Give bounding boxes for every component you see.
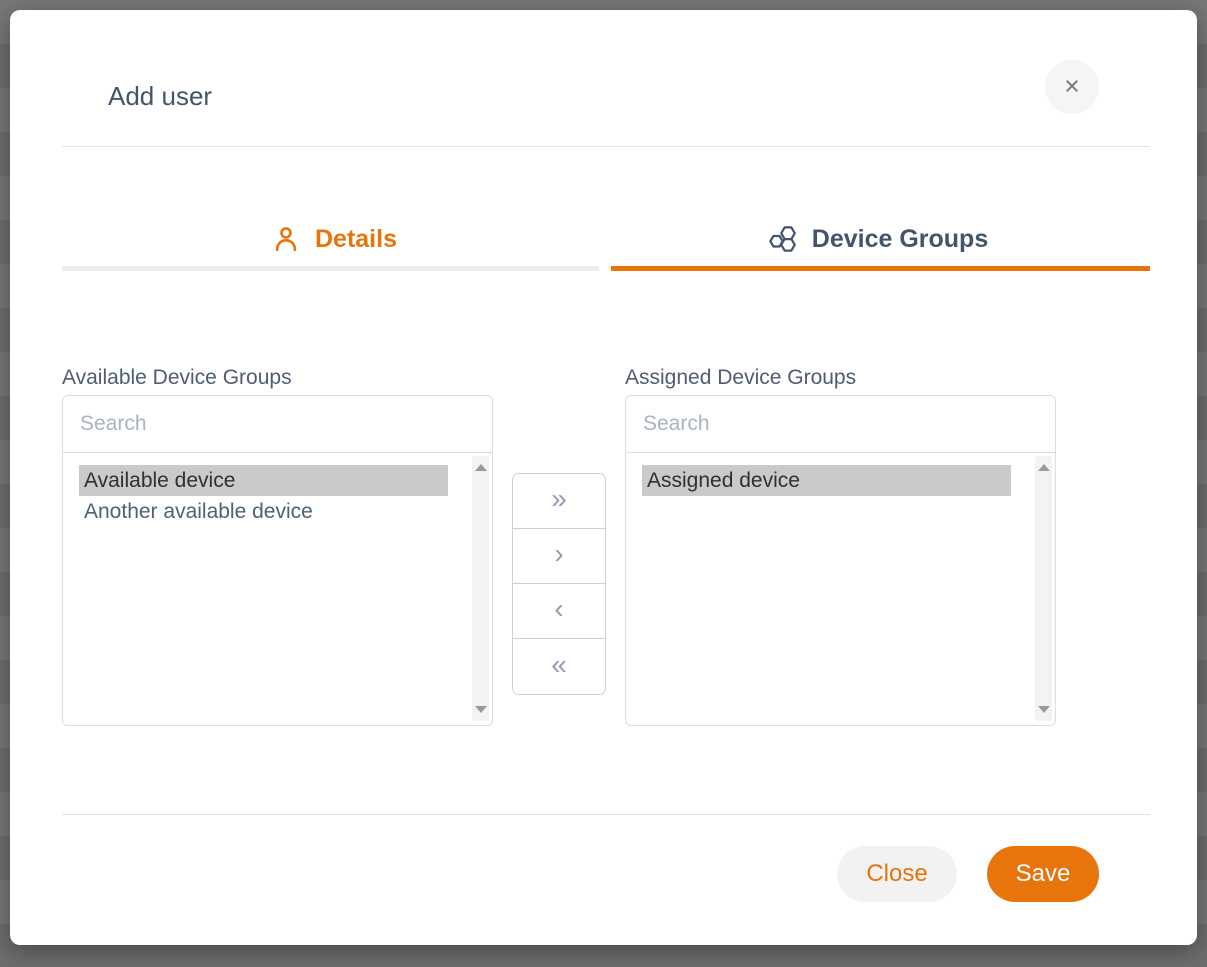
move-all-right-button[interactable]: » <box>513 474 605 529</box>
close-dialog-button[interactable]: × <box>1045 60 1099 114</box>
assigned-groups-listbox: Assigned device <box>625 395 1056 726</box>
move-all-left-button[interactable]: « <box>513 639 605 694</box>
move-left-button[interactable]: ‹ <box>513 584 605 639</box>
tab-details-label: Details <box>315 225 397 254</box>
footer-divider <box>62 814 1150 815</box>
close-button[interactable]: Close <box>837 846 957 902</box>
assigned-groups-list: Assigned device <box>626 453 1055 724</box>
chevron-left-icon: ‹ <box>554 595 563 623</box>
assigned-groups-label: Assigned Device Groups <box>625 366 856 390</box>
available-groups-list: Available device Another available devic… <box>63 453 492 724</box>
list-item[interactable]: Another available device <box>79 496 448 527</box>
available-groups-listbox: Available device Another available devic… <box>62 395 493 726</box>
transfer-button-group: » › ‹ « <box>512 473 606 695</box>
add-user-dialog: Add user × Details Device Groups <box>10 10 1197 945</box>
tab-details[interactable]: Details <box>62 210 606 268</box>
close-icon: × <box>1064 73 1080 100</box>
tab-details-underline <box>62 266 599 271</box>
list-item[interactable]: Assigned device <box>642 465 1011 496</box>
scroll-up-icon[interactable] <box>1038 464 1050 471</box>
move-right-button[interactable]: › <box>513 529 605 584</box>
available-groups-search-input[interactable] <box>63 396 492 453</box>
scroll-up-icon[interactable] <box>475 464 487 471</box>
assigned-groups-search-input[interactable] <box>626 396 1055 453</box>
assigned-list-scrollbar[interactable] <box>1035 456 1052 721</box>
scroll-down-icon[interactable] <box>1038 706 1050 713</box>
person-icon <box>271 224 301 254</box>
scroll-down-icon[interactable] <box>475 706 487 713</box>
double-chevron-right-icon: » <box>551 485 567 513</box>
available-groups-label: Available Device Groups <box>62 366 292 390</box>
save-button[interactable]: Save <box>987 846 1099 902</box>
dialog-title: Add user <box>108 81 212 112</box>
header-divider <box>62 146 1150 147</box>
list-item[interactable]: Available device <box>79 465 448 496</box>
tab-device-groups-label: Device Groups <box>812 225 988 254</box>
available-list-scrollbar[interactable] <box>472 456 489 721</box>
tab-device-groups[interactable]: Device Groups <box>606 210 1150 268</box>
tab-bar: Details Device Groups <box>62 210 1150 268</box>
tab-device-groups-active-underline <box>611 266 1150 271</box>
device-groups-icon <box>768 224 798 254</box>
chevron-right-icon: › <box>554 540 563 568</box>
double-chevron-left-icon: « <box>551 651 567 679</box>
